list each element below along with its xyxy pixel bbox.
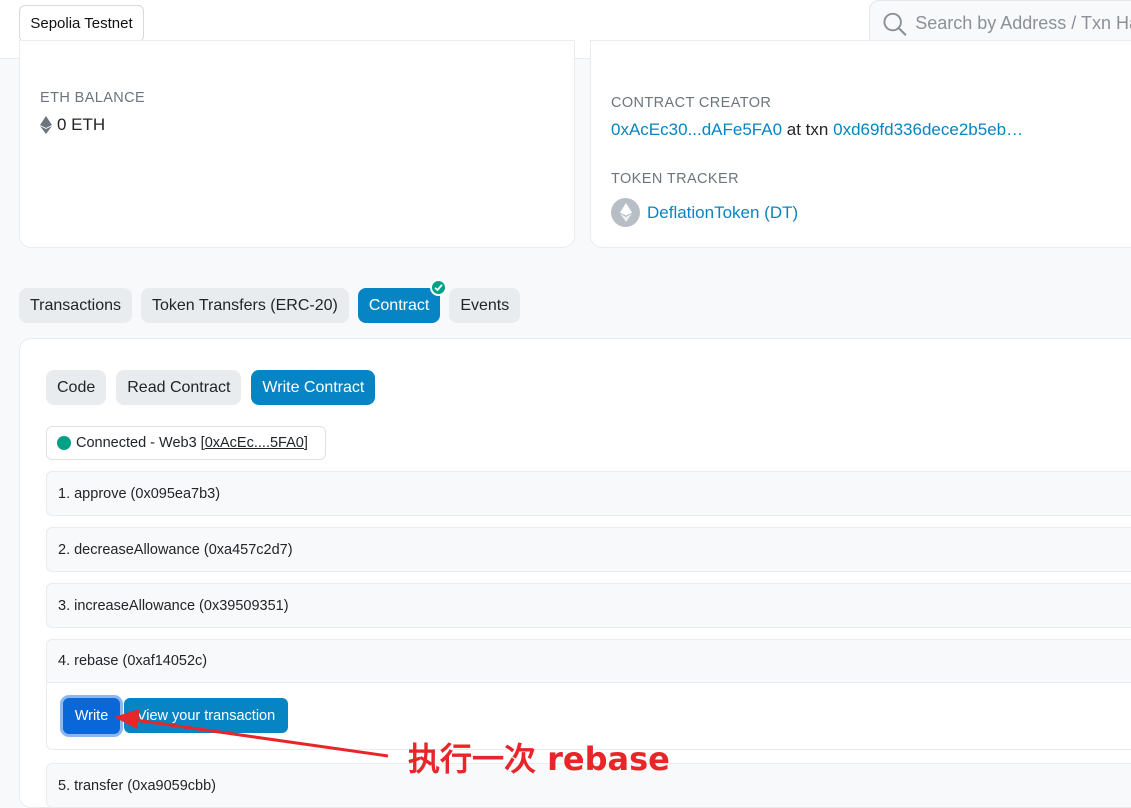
connection-status-text: Connected - Web3 [76, 435, 197, 451]
function-decrease-allowance[interactable]: 2. decreaseAllowance (0xa457c2d7) [46, 527, 1131, 572]
subtab-code[interactable]: Code [46, 370, 107, 405]
token-tracker-link[interactable]: DeflationToken (DT) [647, 203, 798, 223]
contract-creator-label: CONTRACT CREATOR [611, 95, 772, 111]
web3-connection-status[interactable]: Connected - Web3 [0xAcEc....5FA0] [46, 426, 326, 460]
connected-status-dot [57, 436, 71, 450]
write-button[interactable]: Write [63, 698, 120, 734]
verified-check-icon [430, 279, 448, 296]
eth-balance-value: 0 ETH [57, 115, 106, 134]
overview-card: ETH BALANCE 0 ETH [19, 40, 575, 248]
search-input[interactable] [915, 13, 1131, 34]
eth-balance-label: ETH BALANCE [40, 90, 146, 106]
token-tracker-row: DeflationToken (DT) [611, 198, 798, 227]
main-tabs: Transactions Token Transfers (ERC-20) Co… [19, 279, 521, 323]
tab-events[interactable]: Events [449, 288, 521, 323]
function-approve[interactable]: 1. approve (0x095ea7b3) [46, 471, 1131, 516]
contract-creator-row: 0xAcEc30...dAFe5FA0 at txn 0xd69fd336dec… [611, 120, 1023, 140]
tab-transactions[interactable]: Transactions [19, 288, 132, 323]
creator-txn-link[interactable]: 0xd69fd336dece2b5eb… [833, 120, 1023, 139]
creator-address-link[interactable]: 0xAcEc30...dAFe5FA0 [611, 120, 782, 139]
subtab-read-contract[interactable]: Read Contract [116, 370, 242, 405]
token-icon [611, 198, 640, 227]
function-increase-allowance[interactable]: 3. increaseAllowance (0x39509351) [46, 583, 1131, 628]
connected-address[interactable]: [0xAcEc....5FA0] [201, 435, 308, 451]
more-info-card: CONTRACT CREATOR 0xAcEc30...dAFe5FA0 at … [590, 40, 1131, 248]
tab-token-transfers[interactable]: Token Transfers (ERC-20) [141, 288, 349, 323]
function-rebase-header[interactable]: 4. rebase (0xaf14052c) [47, 640, 1131, 683]
tab-contract-label: Contract [368, 296, 430, 314]
annotation-text: 执行一次 rebase [408, 740, 670, 778]
eth-balance: 0 ETH [40, 115, 105, 135]
at-txn-text: at txn [786, 120, 829, 139]
ethereum-icon [40, 116, 52, 134]
tab-contract[interactable]: Contract [357, 279, 448, 323]
token-tracker-label: TOKEN TRACKER [611, 171, 739, 187]
view-transaction-button[interactable]: View your transaction [124, 698, 288, 733]
contract-subtabs: Code Read Contract Write Contract [46, 370, 376, 405]
network-badge[interactable]: Sepolia Testnet [19, 5, 144, 42]
subtab-write-contract[interactable]: Write Contract [251, 370, 376, 405]
search-icon [883, 12, 907, 36]
